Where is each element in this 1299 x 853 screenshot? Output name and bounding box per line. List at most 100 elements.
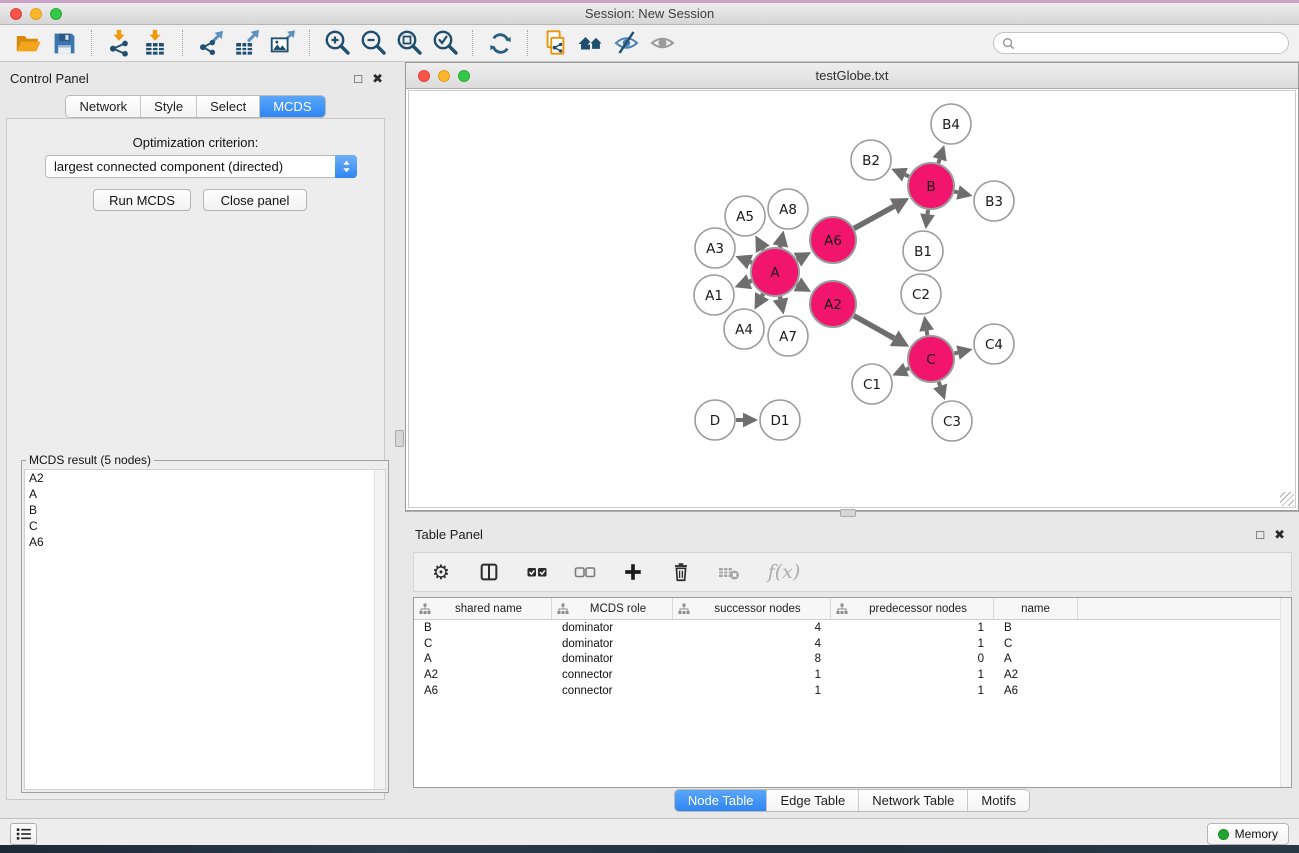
vertical-splitter-grip[interactable] bbox=[395, 430, 404, 447]
graph-node-C[interactable]: C bbox=[908, 336, 954, 382]
mcds-result-list[interactable]: A2ABCA6 bbox=[24, 469, 386, 790]
show-columns-button[interactable] bbox=[476, 559, 502, 585]
import-network-button[interactable] bbox=[101, 27, 137, 59]
graph-node-A8[interactable]: A8 bbox=[768, 189, 808, 229]
result-item[interactable]: A6 bbox=[25, 534, 385, 550]
graph-edge-B-B4[interactable] bbox=[938, 159, 939, 163]
network-canvas[interactable]: B4 B2 B B3 A8 A5 A6 A3 B1 A A1 C2 A2 A4A7 C4 C C1 C3 D D1 bbox=[408, 90, 1296, 508]
svg-text:A8: A8 bbox=[779, 202, 797, 218]
table-row[interactable]: Bdominator41B bbox=[414, 620, 1291, 636]
task-history-button[interactable] bbox=[10, 823, 37, 845]
graph-node-D[interactable]: D bbox=[695, 400, 735, 440]
graph-edge-C-C2[interactable] bbox=[927, 331, 928, 336]
column-header-MCDS-role[interactable]: MCDS role bbox=[552, 598, 673, 619]
select-all-button[interactable] bbox=[524, 559, 550, 585]
table-row[interactable]: A2connector11A2 bbox=[414, 667, 1291, 683]
result-item[interactable]: B bbox=[25, 502, 385, 518]
graph-edge-A2-C[interactable] bbox=[854, 316, 894, 339]
tab-edge-table[interactable]: Edge Table bbox=[767, 790, 859, 811]
zoom-in-button[interactable] bbox=[319, 27, 355, 59]
hide-show-panels-button[interactable] bbox=[609, 27, 645, 59]
graph-node-B[interactable]: B bbox=[908, 163, 954, 209]
tab-network[interactable]: Network bbox=[66, 96, 141, 117]
graph-edge-B-B3[interactable] bbox=[954, 192, 958, 193]
import-table-button[interactable] bbox=[137, 27, 173, 59]
tab-style[interactable]: Style bbox=[141, 96, 197, 117]
tab-mcds[interactable]: MCDS bbox=[260, 96, 324, 117]
tab-node-table[interactable]: Node Table bbox=[675, 790, 768, 811]
deselect-all-button[interactable] bbox=[572, 559, 598, 585]
table-scrollbar[interactable] bbox=[1280, 598, 1291, 787]
close-panel-icon[interactable]: ✖ bbox=[372, 70, 383, 87]
window-resize-grip[interactable] bbox=[1280, 492, 1294, 506]
show-all-networks-button[interactable] bbox=[573, 27, 609, 59]
graph-edge-C-C3[interactable] bbox=[939, 382, 940, 386]
graph-node-A6[interactable]: A6 bbox=[810, 217, 856, 263]
graph-edge-A-A1[interactable] bbox=[749, 281, 751, 282]
optimization-criterion-select[interactable]: largest connected component (directed) bbox=[45, 155, 357, 178]
apply-layout-button[interactable] bbox=[482, 27, 518, 59]
table-row[interactable]: Adominator80A bbox=[414, 651, 1291, 667]
column-header-shared-name[interactable]: shared name bbox=[414, 598, 552, 619]
column-header-name[interactable]: name bbox=[994, 598, 1078, 619]
graph-node-B2[interactable]: B2 bbox=[851, 140, 891, 180]
delete-column-button[interactable] bbox=[668, 559, 694, 585]
add-column-button[interactable] bbox=[620, 559, 646, 585]
export-image-button[interactable] bbox=[264, 27, 300, 59]
close-table-panel-icon[interactable]: ✖ bbox=[1274, 526, 1285, 543]
graph-edge-A-A4[interactable] bbox=[762, 294, 763, 296]
table-settings-button[interactable]: ⚙ bbox=[428, 559, 454, 585]
tab-select[interactable]: Select bbox=[197, 96, 260, 117]
result-scrollbar[interactable] bbox=[374, 470, 385, 789]
open-session-button[interactable] bbox=[10, 27, 46, 59]
graph-node-A2[interactable]: A2 bbox=[810, 281, 856, 327]
duplicate-network-button[interactable] bbox=[537, 27, 573, 59]
graph-edge-B-B2[interactable] bbox=[905, 175, 909, 177]
graph-edge-B-B1[interactable] bbox=[928, 210, 929, 214]
graph-edge-C-C4[interactable] bbox=[954, 353, 958, 354]
network-window-titlebar[interactable]: testGlobe.txt bbox=[406, 63, 1298, 89]
result-item[interactable]: A bbox=[25, 486, 385, 502]
graph-node-A[interactable]: A bbox=[751, 248, 799, 296]
zoom-fit-button[interactable] bbox=[391, 27, 427, 59]
save-session-button[interactable] bbox=[46, 27, 82, 59]
tab-network-table[interactable]: Network Table bbox=[859, 790, 968, 811]
graph-node-B4[interactable]: B4 bbox=[931, 104, 971, 144]
search-box[interactable] bbox=[993, 32, 1289, 54]
graph-edge-A-A7[interactable] bbox=[780, 296, 781, 299]
float-table-panel-icon[interactable]: □ bbox=[1256, 526, 1264, 543]
search-input[interactable] bbox=[1015, 36, 1280, 50]
tab-motifs[interactable]: Motifs bbox=[968, 790, 1029, 811]
float-panel-icon[interactable]: □ bbox=[354, 70, 362, 87]
result-item[interactable]: C bbox=[25, 518, 385, 534]
export-network-button[interactable] bbox=[192, 27, 228, 59]
graph-node-A1[interactable]: A1 bbox=[694, 275, 734, 315]
graph-node-D1[interactable]: D1 bbox=[760, 400, 800, 440]
graph-node-A7[interactable]: A7 bbox=[768, 316, 808, 356]
table-row[interactable]: Cdominator41C bbox=[414, 636, 1291, 652]
run-mcds-button[interactable]: Run MCDS bbox=[93, 189, 191, 211]
export-table-button[interactable] bbox=[228, 27, 264, 59]
graph-node-A5[interactable]: A5 bbox=[725, 196, 765, 236]
graph-node-C1[interactable]: C1 bbox=[852, 364, 892, 404]
column-header-successor-nodes[interactable]: successor nodes bbox=[673, 598, 831, 619]
graph-edge-A6-B[interactable] bbox=[854, 206, 894, 228]
graph-node-A4[interactable]: A4 bbox=[724, 309, 764, 349]
column-header-filler bbox=[1078, 598, 1291, 619]
graph-node-A3[interactable]: A3 bbox=[695, 228, 735, 268]
result-item[interactable]: A2 bbox=[25, 470, 385, 486]
graph-node-C4[interactable]: C4 bbox=[974, 324, 1014, 364]
graph-edge-A-A3[interactable] bbox=[750, 262, 752, 263]
graph-node-B1[interactable]: B1 bbox=[903, 231, 943, 271]
zoom-out-button[interactable] bbox=[355, 27, 391, 59]
graph-node-C2[interactable]: C2 bbox=[901, 274, 941, 314]
close-panel-button[interactable]: Close panel bbox=[203, 189, 307, 211]
graph-edge-C-C1[interactable] bbox=[906, 368, 909, 369]
eye-slash-icon bbox=[612, 28, 642, 58]
graph-node-C3[interactable]: C3 bbox=[932, 401, 972, 441]
memory-button[interactable]: Memory bbox=[1207, 823, 1289, 845]
table-row[interactable]: A6connector11A6 bbox=[414, 683, 1291, 699]
column-header-predecessor-nodes[interactable]: predecessor nodes bbox=[831, 598, 994, 619]
zoom-selected-button[interactable] bbox=[427, 27, 463, 59]
graph-node-B3[interactable]: B3 bbox=[974, 181, 1014, 221]
